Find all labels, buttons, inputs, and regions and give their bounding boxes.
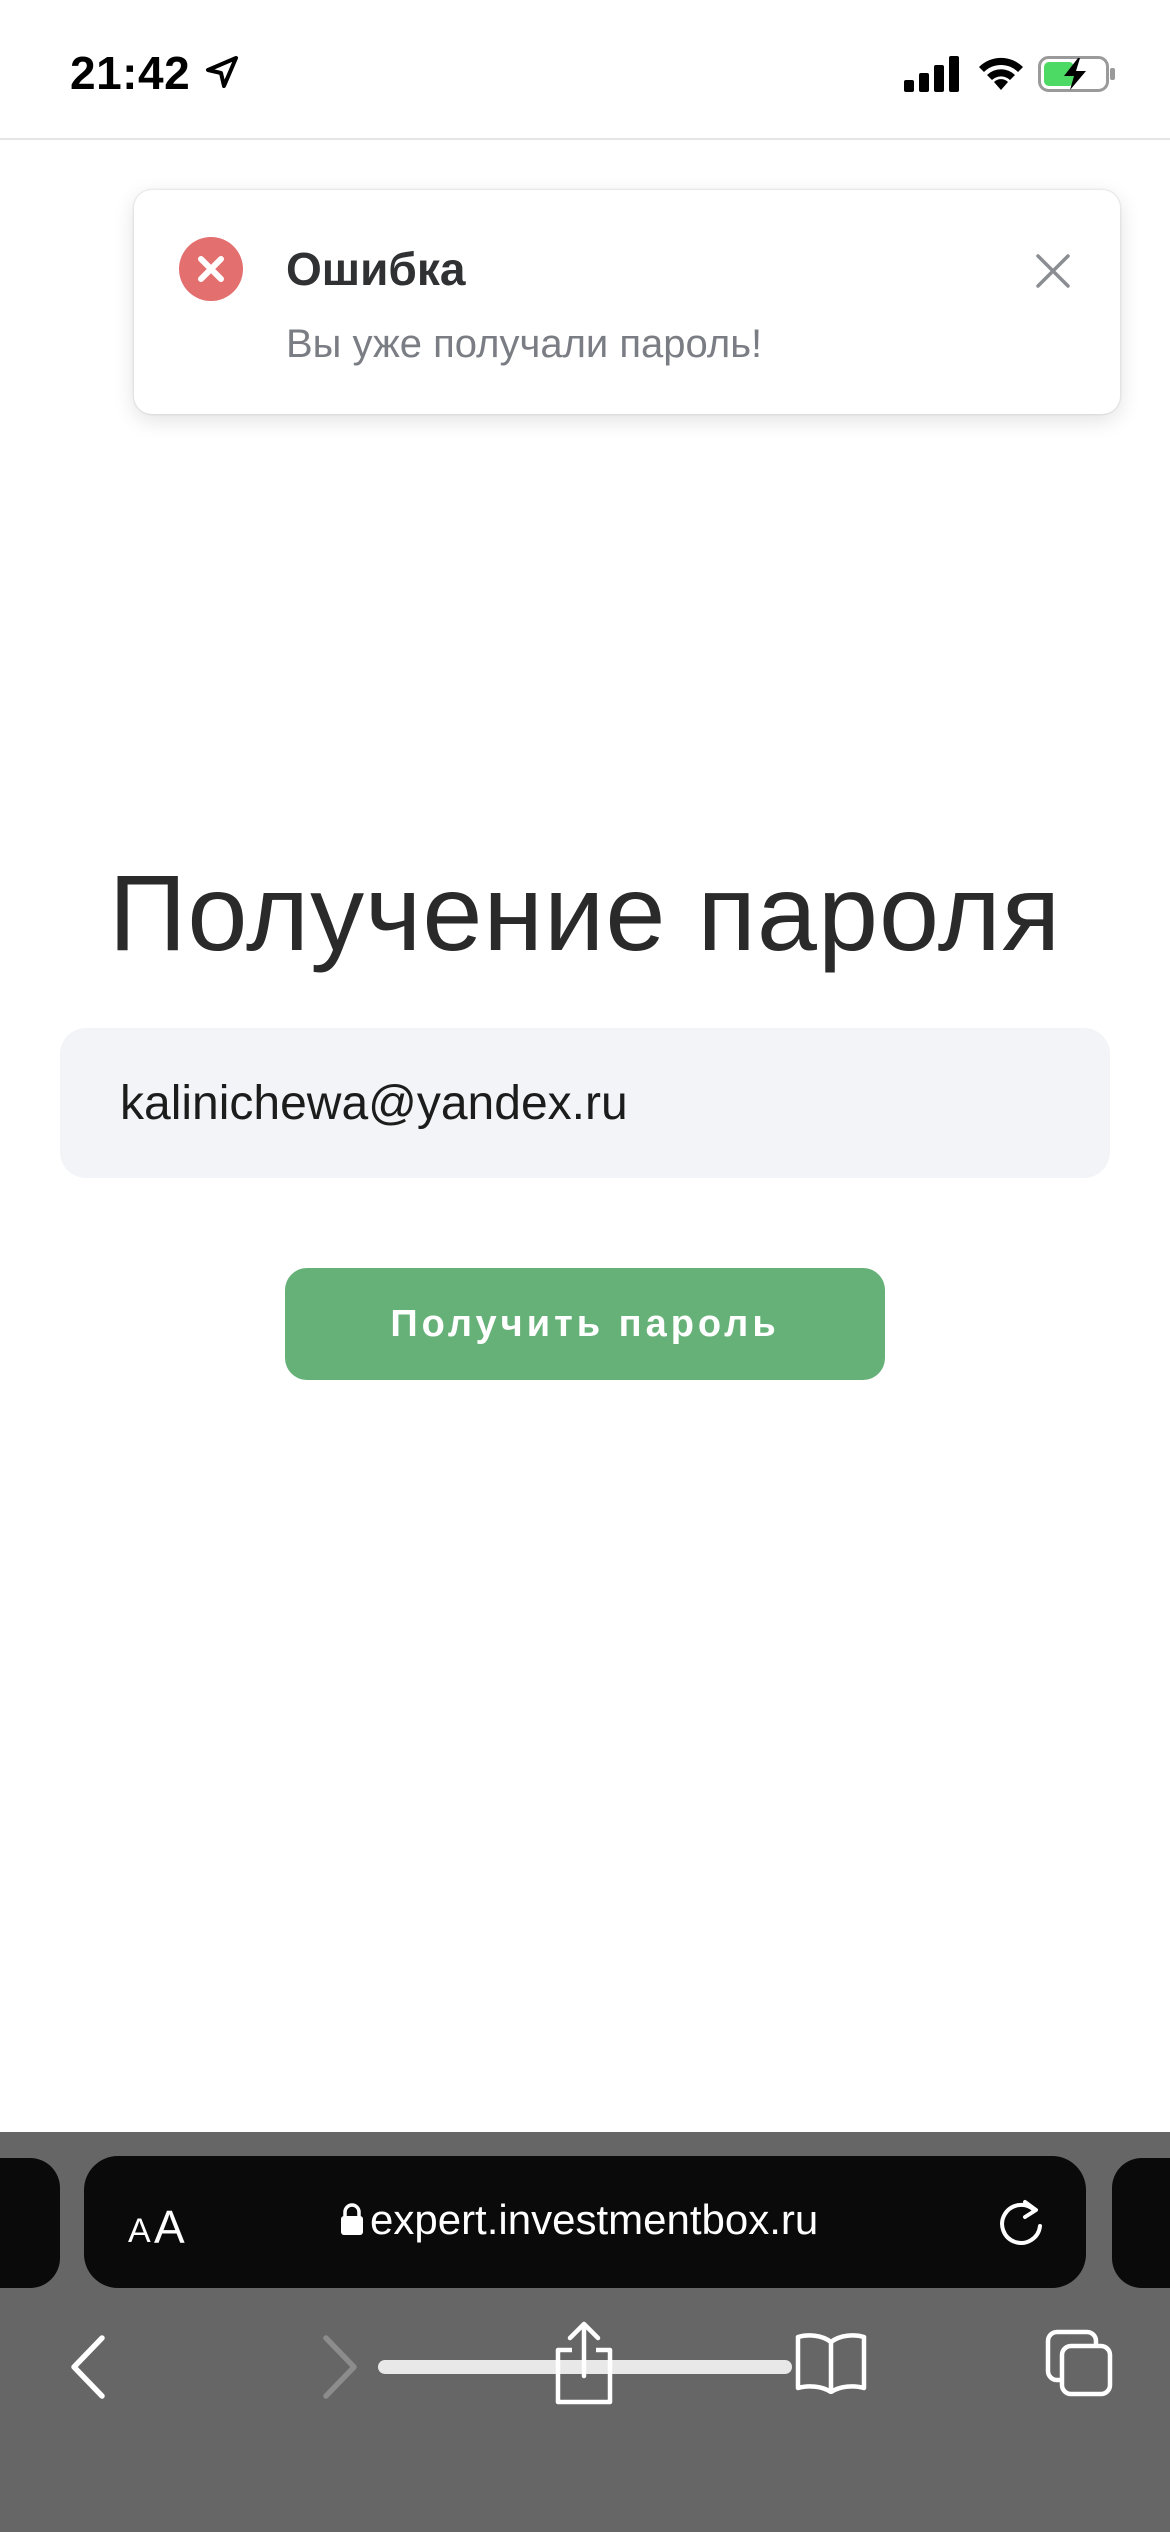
get-password-button[interactable]: Получить пароль bbox=[285, 1268, 885, 1380]
text-size-button[interactable]: A A bbox=[128, 2194, 208, 2253]
browser-toolbar: A A expert.investmentbox.ru bbox=[0, 2132, 1170, 2532]
email-field[interactable] bbox=[60, 1028, 1110, 1178]
toast-title: Ошибка bbox=[286, 243, 466, 295]
text-size-big-label: A bbox=[154, 2201, 185, 2253]
previous-tab-peek[interactable] bbox=[0, 2158, 60, 2288]
status-bar: 21:42 bbox=[0, 0, 1170, 140]
forward-icon[interactable] bbox=[318, 2332, 362, 2402]
page-title: Получение пароля bbox=[108, 852, 1062, 973]
cellular-signal-icon bbox=[904, 56, 959, 92]
reload-icon[interactable] bbox=[996, 2196, 1046, 2248]
close-icon[interactable] bbox=[1028, 246, 1078, 296]
error-toast: Ошибка Вы уже получали пароль! bbox=[134, 190, 1120, 414]
page: 21:42 Ошибка Вы уже получали пароль! Пол… bbox=[0, 0, 1170, 2532]
text-size-small-label: A bbox=[128, 2212, 151, 2250]
bookmarks-icon[interactable] bbox=[794, 2330, 868, 2394]
toast-message: Вы уже получали пароль! bbox=[286, 322, 763, 366]
location-arrow-icon bbox=[206, 56, 238, 88]
back-icon[interactable] bbox=[66, 2332, 110, 2402]
address-bar[interactable]: A A expert.investmentbox.ru bbox=[84, 2156, 1086, 2288]
tabs-icon[interactable] bbox=[1044, 2328, 1114, 2398]
error-circle-icon bbox=[179, 237, 243, 301]
url-text[interactable]: expert.investmentbox.ru bbox=[370, 2196, 818, 2244]
battery-charging-icon bbox=[1038, 56, 1115, 92]
status-time: 21:42 bbox=[70, 47, 191, 99]
wifi-icon bbox=[979, 57, 1023, 90]
lock-icon bbox=[341, 2203, 363, 2235]
home-indicator[interactable] bbox=[378, 2360, 792, 2374]
next-tab-peek[interactable] bbox=[1112, 2158, 1170, 2288]
